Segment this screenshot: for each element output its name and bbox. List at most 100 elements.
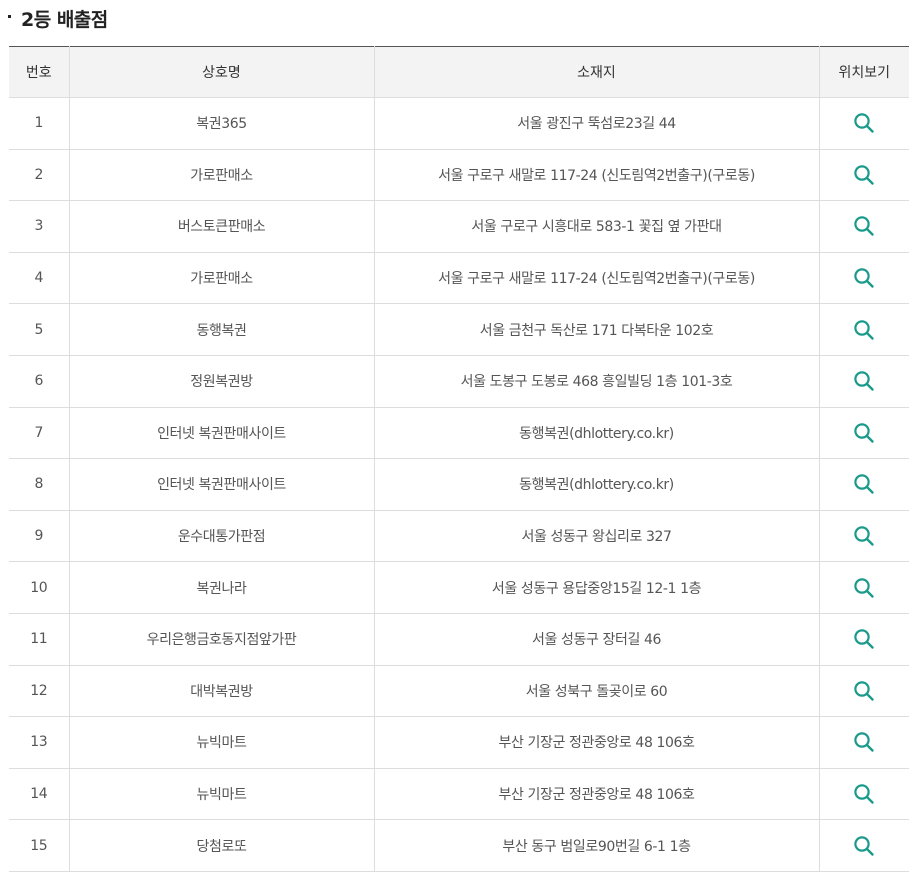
view-location-button[interactable] xyxy=(849,366,879,396)
row-location-cell xyxy=(818,612,909,666)
row-number: 3 xyxy=(9,200,70,253)
row-store-name: 뉴빅마트 xyxy=(68,716,375,769)
search-icon xyxy=(854,113,874,133)
view-location-button[interactable] xyxy=(849,779,879,809)
bullet-icon xyxy=(8,14,11,18)
search-icon xyxy=(854,835,874,856)
row-number: 2 xyxy=(9,148,70,202)
table-row: 11 우리은행금호동지점앞가판 서울 성동구 장터길 46 xyxy=(9,612,909,666)
search-icon xyxy=(854,526,874,546)
row-address: 서울 성북구 돌곶이로 60 xyxy=(373,664,820,718)
row-store-name: 대박복권방 xyxy=(68,664,375,718)
view-location-button[interactable] xyxy=(849,469,879,499)
row-store-name: 정원복권방 xyxy=(68,354,375,408)
row-store-name: 뉴빅마트 xyxy=(68,767,375,821)
row-store-name: 운수대통가판점 xyxy=(68,509,375,563)
row-location-cell xyxy=(818,354,909,408)
table-row: 3 버스토큰판매소 서울 구로구 시흥대로 583-1 꽃집 옆 가판대 xyxy=(9,200,909,253)
table-header: 번호 상호명 소재지 위치보기 xyxy=(9,46,909,98)
view-location-button[interactable] xyxy=(849,315,879,345)
view-location-button[interactable] xyxy=(849,160,879,190)
view-location-button[interactable] xyxy=(849,211,879,241)
view-location-button[interactable] xyxy=(849,108,879,138)
header-name: 상호명 xyxy=(68,46,375,98)
table-row: 8 인터넷 복권판매사이트 동행복권(dhlottery.co.kr) xyxy=(9,458,909,511)
row-store-name: 가로판매소 xyxy=(68,148,375,202)
row-number: 10 xyxy=(9,561,70,614)
row-number: 12 xyxy=(9,664,70,718)
view-location-button[interactable] xyxy=(849,521,879,551)
row-store-name: 인터넷 복권판매사이트 xyxy=(68,458,375,511)
view-location-button[interactable] xyxy=(849,573,879,603)
search-icon xyxy=(854,784,874,804)
table-row: 12 대박복권방 서울 성북구 돌곶이로 60 xyxy=(9,664,909,718)
row-store-name: 우리은행금호동지점앞가판 xyxy=(68,612,375,666)
row-location-cell xyxy=(818,716,909,769)
search-icon xyxy=(854,319,874,340)
search-icon xyxy=(854,732,874,753)
search-icon xyxy=(854,629,874,649)
table-row: 10 복권나라 서울 성동구 용답중앙15길 12-1 1층 xyxy=(9,561,909,614)
row-location-cell xyxy=(818,303,909,356)
row-address: 서울 구로구 시흥대로 583-1 꽃집 옆 가판대 xyxy=(373,200,820,253)
view-location-button[interactable] xyxy=(849,624,879,654)
row-location-cell xyxy=(818,458,909,511)
search-icon xyxy=(854,681,874,701)
row-location-cell xyxy=(818,97,909,150)
table-row: 1 복권365 서울 광진구 뚝섬로23길 44 xyxy=(9,97,909,150)
view-location-button[interactable] xyxy=(849,263,879,293)
table-header-row: 번호 상호명 소재지 위치보기 xyxy=(9,46,909,98)
section-title-text: 2등 배출점 xyxy=(21,8,108,31)
search-icon xyxy=(854,423,874,443)
row-location-cell xyxy=(818,819,909,872)
row-location-cell xyxy=(818,561,909,614)
row-location-cell xyxy=(818,509,909,563)
row-location-cell xyxy=(818,251,909,305)
search-icon xyxy=(854,577,874,598)
table-row: 9 운수대통가판점 서울 성동구 왕십리로 327 xyxy=(9,509,909,563)
row-location-cell xyxy=(818,767,909,821)
header-location: 위치보기 xyxy=(818,46,909,98)
row-address: 서울 광진구 뚝섬로23길 44 xyxy=(373,97,820,150)
row-store-name: 버스토큰판매소 xyxy=(68,200,375,253)
row-number: 9 xyxy=(9,509,70,563)
row-store-name: 가로판매소 xyxy=(68,251,375,305)
view-location-button[interactable] xyxy=(849,676,879,706)
row-location-cell xyxy=(818,200,909,253)
header-address: 소재지 xyxy=(373,46,820,98)
row-number: 14 xyxy=(9,767,70,821)
table-row: 2 가로판매소 서울 구로구 새말로 117-24 (신도림역2번출구)(구로동… xyxy=(9,148,909,202)
view-location-button[interactable] xyxy=(849,418,879,448)
table-row: 6 정원복권방 서울 도봉구 도봉로 468 흥일빌딩 1층 101-3호 xyxy=(9,354,909,408)
table-row: 4 가로판매소 서울 구로구 새말로 117-24 (신도림역2번출구)(구로동… xyxy=(9,251,909,305)
row-address: 서울 구로구 새말로 117-24 (신도림역2번출구)(구로동) xyxy=(373,251,820,305)
row-location-cell xyxy=(818,406,909,460)
row-location-cell xyxy=(818,664,909,718)
search-icon xyxy=(854,216,874,237)
row-number: 6 xyxy=(9,354,70,408)
row-address: 서울 성동구 장터길 46 xyxy=(373,612,820,666)
row-address: 부산 기장군 정관중앙로 48 106호 xyxy=(373,767,820,821)
row-address: 서울 금천구 독산로 171 다복타운 102호 xyxy=(373,303,820,356)
search-icon xyxy=(854,371,874,391)
row-number: 5 xyxy=(9,303,70,356)
row-address: 서울 도봉구 도봉로 468 흥일빌딩 1층 101-3호 xyxy=(373,354,820,408)
header-number: 번호 xyxy=(9,46,70,98)
view-location-button[interactable] xyxy=(849,727,879,757)
row-number: 15 xyxy=(9,819,70,872)
row-address: 서울 성동구 왕십리로 327 xyxy=(373,509,820,563)
search-icon xyxy=(854,474,874,495)
row-store-name: 복권나라 xyxy=(68,561,375,614)
row-address: 서울 구로구 새말로 117-24 (신도림역2번출구)(구로동) xyxy=(373,148,820,202)
page: 2등 배출점 번호 상호명 소재지 위치보기 1 복권365 서울 광진구 뚝섬… xyxy=(0,0,921,883)
row-store-name: 동행복권 xyxy=(68,303,375,356)
row-address: 부산 기장군 정관중앙로 48 106호 xyxy=(373,716,820,769)
table-body: 1 복권365 서울 광진구 뚝섬로23길 44 2 가로판매소 서울 구로구 … xyxy=(9,97,909,872)
table-row: 13 뉴빅마트 부산 기장군 정관중앙로 48 106호 xyxy=(9,716,909,769)
row-number: 4 xyxy=(9,251,70,305)
row-number: 13 xyxy=(9,716,70,769)
row-store-name: 복권365 xyxy=(68,97,375,150)
row-address: 서울 성동구 용답중앙15길 12-1 1층 xyxy=(373,561,820,614)
view-location-button[interactable] xyxy=(849,831,879,861)
row-store-name: 인터넷 복권판매사이트 xyxy=(68,406,375,460)
